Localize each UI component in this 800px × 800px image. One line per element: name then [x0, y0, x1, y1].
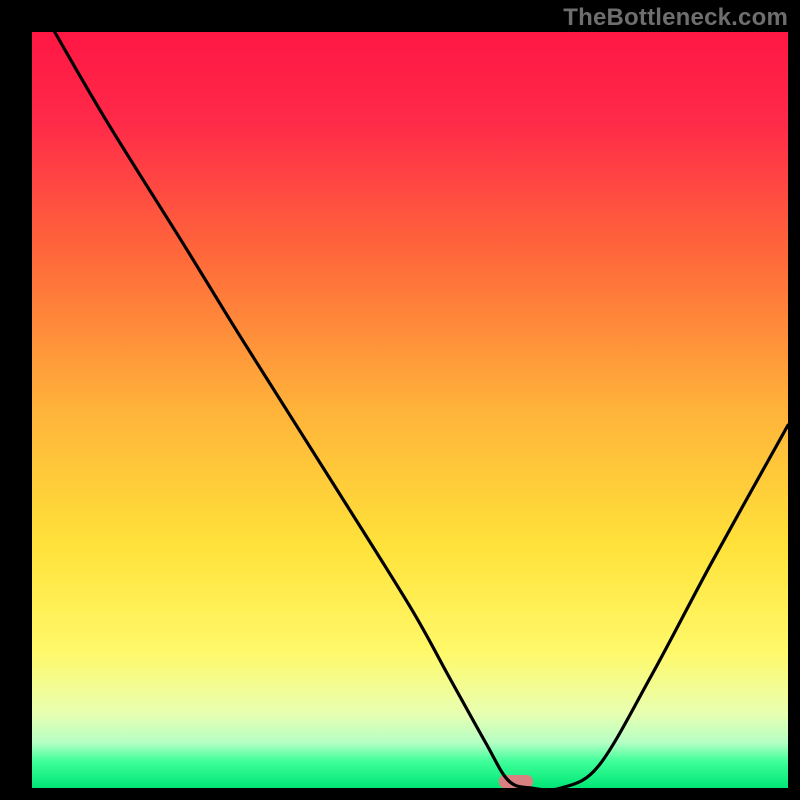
chart-stage: TheBottleneck.com [0, 0, 800, 800]
bottleneck-chart [0, 0, 800, 800]
plot-background [32, 32, 788, 788]
